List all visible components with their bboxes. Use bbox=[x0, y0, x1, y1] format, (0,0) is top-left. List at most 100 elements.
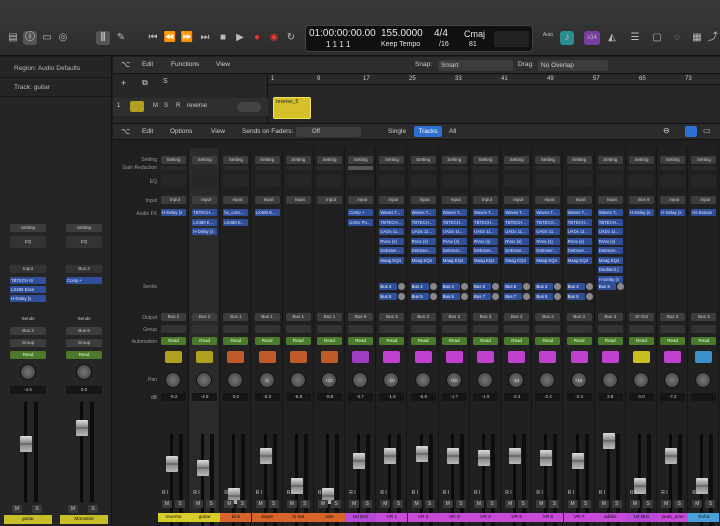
send-level-knob[interactable] bbox=[523, 293, 531, 300]
audio-fx-slot[interactable]: H-Delay (s bbox=[10, 295, 46, 302]
input-slot[interactable]: Bus 9 bbox=[629, 196, 654, 204]
audio-fx-slot[interactable]: TBTECH... bbox=[192, 209, 218, 216]
pan-knob[interactable] bbox=[664, 372, 681, 388]
audio-fx-slot[interactable]: DeEsser... bbox=[504, 247, 530, 254]
setting-button[interactable]: Setting bbox=[192, 156, 218, 164]
audio-fx-slot[interactable]: RVox (s) bbox=[566, 237, 592, 245]
group-slot[interactable] bbox=[285, 325, 311, 333]
audio-fx-slot[interactable]: Waves T... bbox=[504, 209, 530, 216]
send-slot[interactable]: Bus 5 bbox=[441, 293, 460, 300]
setting-button[interactable]: Setting bbox=[317, 156, 342, 164]
audio-fx-slot[interactable]: H-Delay (s bbox=[597, 275, 623, 283]
audio-fx-slot[interactable]: RVox (s) bbox=[597, 237, 623, 245]
list-editors-icon[interactable]: ☰ bbox=[628, 31, 642, 45]
audio-fx-slot[interactable]: DeEsser... bbox=[379, 247, 405, 254]
send-slot[interactable]: Bus 4 bbox=[441, 283, 460, 290]
send-slot[interactable]: Bus 7 bbox=[504, 293, 523, 300]
track-on-toggle[interactable] bbox=[237, 102, 261, 112]
audio-fx-slot[interactable]: Waves T... bbox=[535, 209, 561, 216]
mute-button[interactable]: M bbox=[380, 500, 391, 508]
audio-fx-slot[interactable]: Waves T... bbox=[597, 209, 623, 216]
automation-mode[interactable]: Read bbox=[317, 337, 342, 345]
pan-knob[interactable] bbox=[695, 372, 712, 388]
volume-readout[interactable]: 0.0 bbox=[223, 393, 249, 401]
automation-mode[interactable]: Read bbox=[597, 337, 623, 345]
channel-name[interactable]: VR 4 bbox=[470, 513, 501, 522]
send-slot[interactable]: Bus 4 bbox=[410, 283, 429, 290]
audio-fx-slot[interactable]: bx_cons... bbox=[223, 209, 249, 216]
input-slot[interactable]: Input bbox=[597, 196, 623, 204]
audio-fx-slot[interactable]: TBTECH... bbox=[535, 218, 561, 226]
channel-name[interactable]: VR 7 bbox=[563, 513, 595, 522]
solo-button[interactable]: S bbox=[268, 500, 279, 508]
group-slot[interactable] bbox=[504, 325, 530, 333]
channel-name[interactable]: yeah_arse bbox=[657, 513, 689, 522]
audio-fx-slot[interactable]: Maag EQ4 bbox=[566, 256, 592, 264]
eq-thumbnail[interactable] bbox=[410, 175, 436, 187]
loop-browser-icon[interactable]: ◌ bbox=[670, 31, 684, 45]
global-solo-label[interactable]: S bbox=[163, 78, 168, 85]
setting-button[interactable]: Setting bbox=[223, 156, 249, 164]
audio-fx-slot[interactable]: RVox (s) bbox=[410, 237, 436, 245]
mute-button[interactable]: M bbox=[474, 500, 484, 508]
volume-readout[interactable]: 3.8 bbox=[597, 393, 623, 401]
send-level-knob[interactable] bbox=[554, 293, 562, 300]
mute-button[interactable]: M bbox=[318, 500, 328, 508]
mute-button[interactable]: M bbox=[68, 505, 78, 513]
record-input-buttons[interactable]: R I bbox=[193, 490, 199, 496]
audio-fx-slot[interactable]: Waves T... bbox=[379, 209, 405, 216]
setting-button[interactable]: Setting bbox=[254, 156, 280, 164]
volume-readout[interactable]: -6.8 bbox=[285, 393, 311, 401]
eq-thumbnail[interactable] bbox=[192, 175, 218, 187]
channel-name[interactable]: VR 5 bbox=[501, 513, 533, 522]
group-slot[interactable]: Group bbox=[66, 339, 102, 347]
audio-fx-slot[interactable]: Maag EQ4 bbox=[535, 256, 561, 264]
eq-thumbnail[interactable] bbox=[348, 175, 374, 187]
input-slot[interactable]: Input bbox=[504, 196, 530, 204]
solo-button[interactable]: S bbox=[549, 500, 560, 508]
track-header[interactable]: 1 M S R reverse bbox=[113, 98, 268, 116]
audio-fx-slot[interactable]: RVox (s) bbox=[441, 237, 467, 245]
input-slot[interactable]: Input bbox=[566, 196, 592, 204]
volume-fader[interactable] bbox=[76, 420, 88, 436]
mute-button[interactable]: M bbox=[193, 500, 204, 508]
audio-fx-slot[interactable]: LX480 E... bbox=[223, 218, 249, 226]
volume-readout[interactable]: -1.6 bbox=[379, 393, 405, 401]
audio-fx-slot[interactable]: UADx 11... bbox=[535, 228, 561, 235]
channel-name[interactable]: Uit BIG bbox=[345, 513, 377, 522]
audio-fx-slot[interactable]: Maag EQ4 bbox=[379, 256, 405, 264]
group-slot[interactable] bbox=[691, 325, 717, 333]
pan-knob[interactable] bbox=[165, 372, 181, 388]
record-input-buttons[interactable]: R I bbox=[474, 490, 480, 496]
audio-fx-slot[interactable]: DeEsser... bbox=[535, 247, 561, 254]
eq-thumbnail[interactable] bbox=[660, 175, 686, 187]
pan-knob[interactable]: -2 bbox=[258, 372, 275, 388]
send-level-knob[interactable] bbox=[398, 293, 406, 300]
group-slot[interactable] bbox=[629, 325, 654, 333]
volume-readout[interactable]: -1.9 bbox=[473, 393, 498, 401]
audio-fx-slot[interactable]: TBTECH... bbox=[597, 218, 623, 226]
play-icon[interactable]: ▶ bbox=[233, 31, 247, 45]
eq-thumbnail[interactable] bbox=[161, 175, 186, 187]
mixer-icon[interactable]: ⫼ bbox=[96, 31, 110, 45]
input-slot[interactable]: Bus 2 bbox=[66, 265, 102, 273]
channel-name[interactable]: snare bbox=[251, 513, 283, 522]
setting-button[interactable]: Setting bbox=[473, 156, 498, 164]
volume-readout[interactable]: -2.4 bbox=[566, 393, 592, 401]
audio-fx-slot[interactable]: Maag EQ4 bbox=[473, 256, 498, 264]
audio-fx-slot[interactable]: DeEsser... bbox=[473, 247, 498, 254]
record-input-buttons[interactable]: R I bbox=[318, 490, 324, 496]
group-slot[interactable] bbox=[410, 325, 436, 333]
inspector-track[interactable]: Track: guitar bbox=[0, 78, 112, 97]
channel-name[interactable]: reverse bbox=[158, 513, 189, 522]
solo-button[interactable]: S bbox=[237, 500, 248, 508]
volume-readout[interactable] bbox=[691, 393, 717, 401]
input-slot[interactable]: Input bbox=[379, 196, 405, 204]
mute-button[interactable]: M bbox=[598, 500, 609, 508]
mute-button[interactable]: M bbox=[567, 500, 578, 508]
audio-fx-slot[interactable]: H-Delay (s bbox=[660, 209, 686, 216]
input-slot[interactable]: Input bbox=[10, 265, 46, 273]
mute-button[interactable]: M bbox=[349, 500, 360, 508]
volume-fader[interactable] bbox=[20, 436, 32, 452]
browser-icon[interactable]: ▦ bbox=[690, 31, 704, 45]
